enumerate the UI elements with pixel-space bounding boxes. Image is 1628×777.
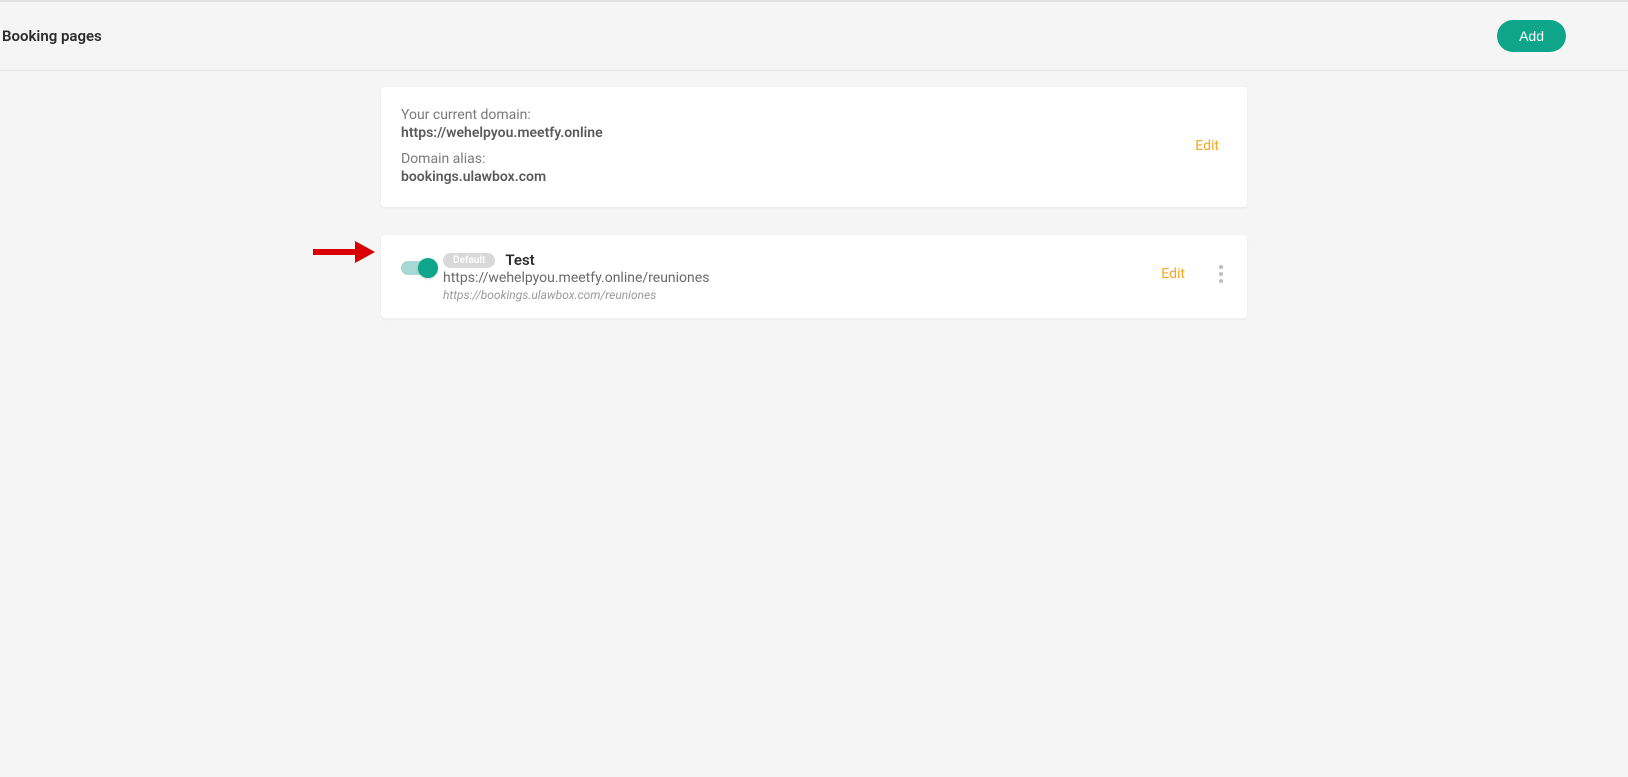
- current-domain-value: https://wehelpyou.meetfy.online: [401, 125, 603, 141]
- booking-alias-url: https://bookings.ulawbox.com/reuniones: [443, 288, 1161, 302]
- edit-booking-link[interactable]: Edit: [1161, 266, 1185, 282]
- add-button[interactable]: Add: [1497, 20, 1566, 52]
- arrow-annotation-icon: [311, 237, 381, 267]
- more-options-icon[interactable]: [1215, 261, 1227, 287]
- edit-domain-link[interactable]: Edit: [1195, 138, 1219, 154]
- booking-actions: Edit: [1161, 261, 1227, 287]
- current-domain-label: Your current domain:: [401, 107, 603, 123]
- domain-info: Your current domain: https://wehelpyou.m…: [401, 107, 603, 185]
- default-badge: Default: [443, 253, 495, 268]
- booking-enabled-toggle[interactable]: [401, 261, 435, 275]
- booking-title: Test: [505, 251, 534, 269]
- page-title: Booking pages: [2, 27, 102, 45]
- content-area: Your current domain: https://wehelpyou.m…: [0, 71, 1628, 318]
- toggle-knob: [418, 258, 438, 278]
- page-header: Booking pages Add: [0, 0, 1628, 71]
- booking-item-card: Default Test https://wehelpyou.meetfy.on…: [381, 235, 1247, 318]
- domain-card: Your current domain: https://wehelpyou.m…: [381, 87, 1247, 207]
- booking-content: Default Test https://wehelpyou.meetfy.on…: [443, 251, 1161, 302]
- domain-alias-label: Domain alias:: [401, 151, 603, 167]
- domain-alias-value: bookings.ulawbox.com: [401, 169, 603, 185]
- booking-url: https://wehelpyou.meetfy.online/reunione…: [443, 270, 1161, 286]
- toggle-wrapper: [401, 261, 435, 275]
- booking-header-row: Default Test: [443, 251, 1161, 269]
